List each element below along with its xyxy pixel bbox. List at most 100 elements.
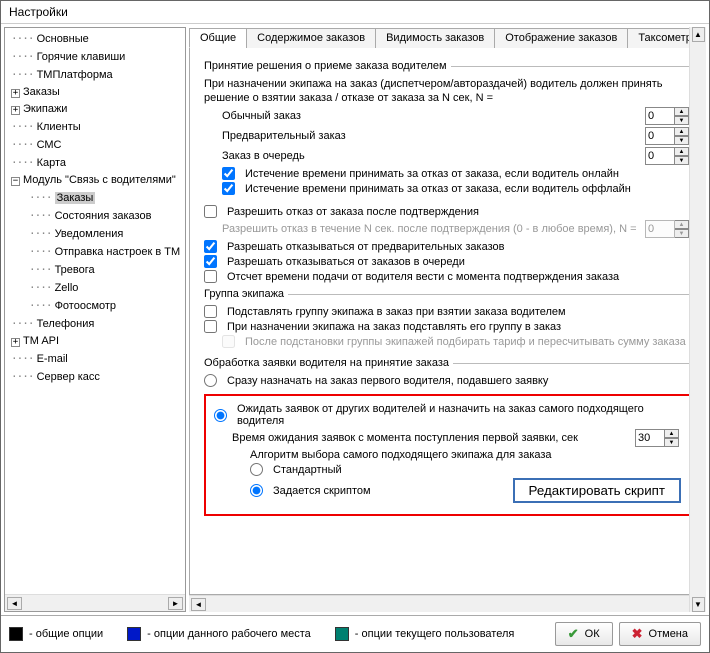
cross-icon: ✖ (632, 626, 643, 642)
rb-wait-others[interactable] (214, 409, 227, 422)
tab[interactable]: Отображение заказов (494, 28, 628, 48)
footer-bar: - общие опции - опции данного рабочего м… (1, 615, 709, 652)
scroll-left-icon[interactable]: ◄ (191, 598, 206, 611)
tree-item-label: Уведомления (55, 228, 124, 240)
cb-timeout-online-label: Истечение времени принимать за отказ от … (245, 168, 619, 180)
tree-item-label: Горячие клавиши (37, 51, 126, 63)
spin-up-icon[interactable]: ▲ (675, 127, 689, 136)
tab[interactable]: Содержимое заказов (246, 28, 376, 48)
spin-up-icon[interactable]: ▲ (665, 429, 679, 438)
legend-workplace: - опции данного рабочего места (147, 628, 311, 640)
content-hscrollbar[interactable]: ◄ ► (189, 595, 706, 612)
tree-item-label: Заказы (23, 86, 60, 98)
tree-item-label: Zello (55, 282, 79, 294)
tree-item[interactable]: ···· Карта (5, 154, 185, 172)
scroll-down-icon[interactable]: ▼ (692, 597, 705, 612)
timeout-input[interactable] (645, 147, 675, 165)
scroll-up-icon[interactable]: ▲ (692, 27, 705, 42)
cb-group-set[interactable] (204, 305, 217, 318)
spin-down-icon[interactable]: ▼ (675, 136, 689, 145)
cb-timeout-online[interactable] (222, 167, 235, 180)
section-crew-group: Группа экипажа Подставлять группу экипаж… (204, 288, 691, 349)
tree-item[interactable]: +Заказы (5, 84, 185, 101)
tree-item[interactable]: ···· Тревога (5, 261, 185, 279)
timeout-input[interactable] (645, 107, 675, 125)
cb-refuse-queue[interactable] (204, 255, 217, 268)
order-type-label: Предварительный заказ (222, 130, 346, 142)
cancel-button[interactable]: ✖ Отмена (619, 622, 701, 646)
rb-algo-standard[interactable] (250, 463, 263, 476)
expand-icon[interactable]: + (11, 338, 20, 347)
spin-up-icon[interactable]: ▲ (675, 107, 689, 116)
collapse-icon[interactable]: − (11, 177, 20, 186)
tree-item[interactable]: ···· ТМПлатформа (5, 66, 185, 84)
cb-refuse-prior[interactable] (204, 240, 217, 253)
tree-item[interactable]: ···· Сервер касс (5, 368, 185, 386)
cb-timing-from-confirm-label: Отсчет времени подачи от водителя вести … (227, 271, 619, 283)
expand-icon[interactable]: + (11, 106, 20, 115)
tree-item[interactable]: ···· Отправка настроек в ТМ (5, 243, 185, 261)
tree-item-label: Карта (37, 157, 66, 169)
cb-group-assign-label: При назначении экипажа на заказ подставл… (227, 321, 561, 333)
tree-item[interactable]: ···· Горячие клавиши (5, 48, 185, 66)
swatch-user (335, 627, 349, 641)
cb-refuse-queue-label: Разрешать отказываться от заказов в очер… (227, 256, 465, 268)
rb-algo-script-label: Задается скриптом (273, 485, 371, 497)
cb-timeout-offline[interactable] (222, 182, 235, 195)
spin-down-icon[interactable]: ▼ (675, 116, 689, 125)
tree-item[interactable]: ···· СМС (5, 136, 185, 154)
scroll-right-icon[interactable]: ► (168, 597, 183, 610)
tree-item[interactable]: ···· Фотоосмотр (5, 297, 185, 315)
tree-item-label: TM API (23, 335, 59, 347)
tree-item[interactable]: −Модуль "Связь с водителями" (5, 172, 185, 189)
cb-timing-from-confirm[interactable] (204, 270, 217, 283)
tree-item[interactable]: ···· E-mail (5, 350, 185, 368)
section-title: Группа экипажа (204, 288, 288, 300)
rb-algo-script[interactable] (250, 484, 263, 497)
tree-item-label: Модуль "Связь с водителями" (23, 174, 176, 186)
content-vscrollbar[interactable]: ▲ ▼ (689, 27, 706, 612)
tab[interactable]: Общие (189, 28, 247, 48)
scroll-left-icon[interactable]: ◄ (7, 597, 22, 610)
accept-description: При назначении экипажа на заказ (диспетч… (204, 76, 691, 106)
wait-time-input[interactable] (635, 429, 665, 447)
tree-item[interactable]: ···· Телефония (5, 315, 185, 333)
tree-item[interactable]: ···· Уведомления (5, 225, 185, 243)
legend-common: - общие опции (29, 628, 103, 640)
swatch-common (9, 627, 23, 641)
ok-button[interactable]: ✔ ОК (555, 622, 613, 646)
tree-item[interactable]: ···· Основные (5, 30, 185, 48)
tree-item[interactable]: +Экипажи (5, 101, 185, 118)
tab[interactable]: Видимость заказов (375, 28, 495, 48)
spin-down-icon[interactable]: ▼ (675, 156, 689, 165)
tree-item-label: Состояния заказов (55, 210, 152, 222)
cb-allow-refuse[interactable] (204, 205, 217, 218)
tree-hscrollbar[interactable]: ◄ ► (5, 594, 185, 611)
rb-algo-standard-label: Стандартный (273, 464, 342, 476)
timeout-input[interactable] (645, 127, 675, 145)
tree-item-label: Основные (37, 33, 89, 45)
tree-item-label: Фотоосмотр (55, 300, 116, 312)
legend-user: - опции текущего пользователя (355, 628, 515, 640)
cb-group-assign[interactable] (204, 320, 217, 333)
spin-down-icon: ▼ (675, 229, 689, 238)
tree-item[interactable]: ···· Заказы (5, 189, 185, 207)
section-title: Обработка заявки водителя на принятие за… (204, 357, 453, 369)
tree-item[interactable]: ···· Состояния заказов (5, 207, 185, 225)
tree-item[interactable]: +TM API (5, 333, 185, 350)
tree-item-label: СМС (37, 139, 62, 151)
tree-item-label: Клиенты (37, 121, 81, 133)
cancel-button-label: Отмена (649, 628, 688, 640)
swatch-workplace (127, 627, 141, 641)
section-accept-decision: Принятие решения о приеме заказа водител… (204, 60, 691, 196)
spin-up-icon[interactable]: ▲ (675, 147, 689, 156)
rb-assign-first[interactable] (204, 374, 217, 387)
tree-item[interactable]: ···· Zello (5, 279, 185, 297)
expand-icon[interactable]: + (11, 89, 20, 98)
tree-item[interactable]: ···· Клиенты (5, 118, 185, 136)
spin-down-icon[interactable]: ▼ (665, 438, 679, 447)
check-icon: ✔ (568, 626, 579, 642)
tree-item-label: Сервер касс (37, 371, 100, 383)
edit-script-button[interactable]: Редактировать скрипт (513, 478, 681, 503)
cb-group-set-label: Подставлять группу экипажа в заказ при в… (227, 306, 566, 318)
